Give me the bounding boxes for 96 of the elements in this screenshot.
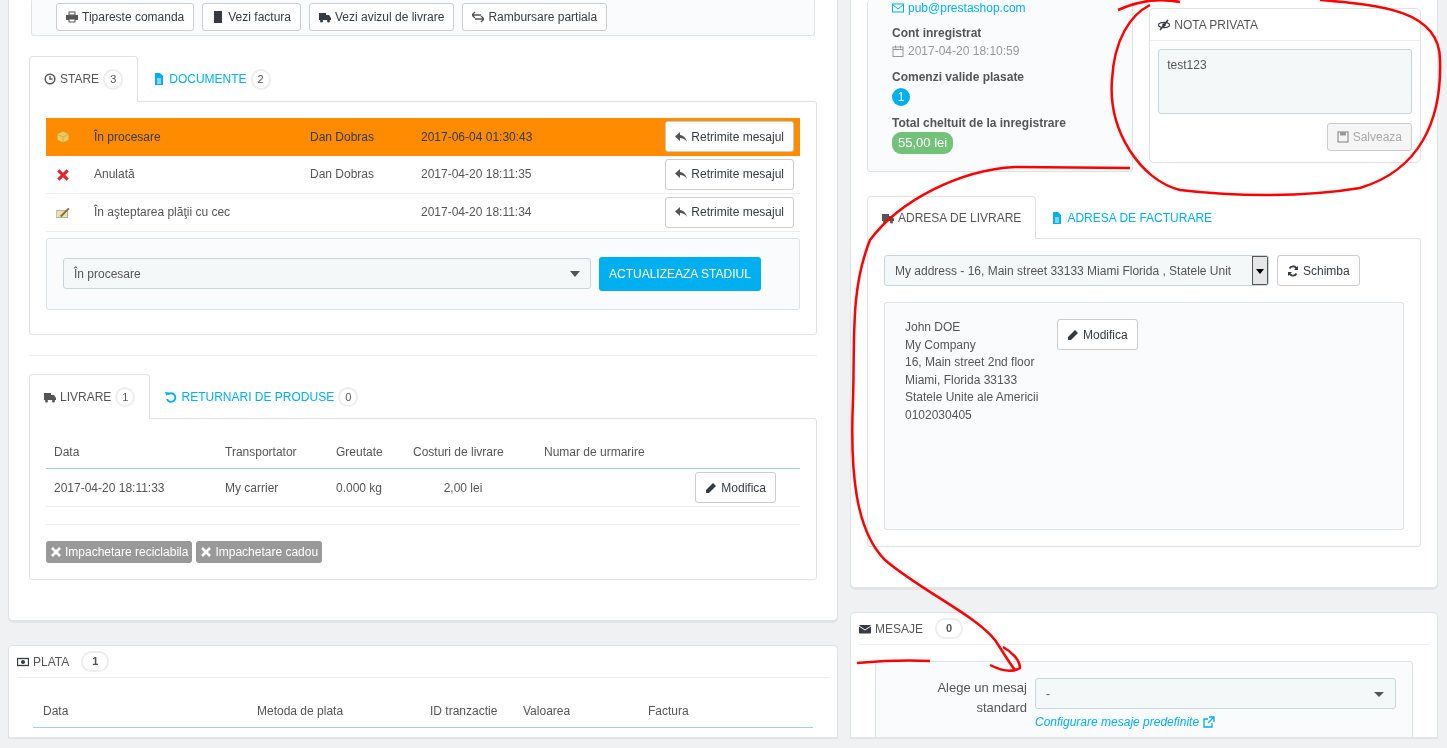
tab-count: 3 <box>103 69 124 90</box>
tab-count: 1 <box>115 386 136 407</box>
panel-title: NOTA PRIVATA <box>1174 16 1258 34</box>
dropdown-caret-icon <box>570 270 580 277</box>
order-action-button[interactable]: Rambursare partiala <box>462 3 608 31</box>
address-line: My Company <box>905 336 977 354</box>
address-line: 0102030405 <box>905 406 973 424</box>
column-header: Data <box>43 702 70 720</box>
undo-icon <box>165 390 178 403</box>
cheque-pen-icon <box>56 205 70 220</box>
table-cell-text: 2,00 lei <box>442 479 484 497</box>
reply-arrow-icon <box>675 206 688 218</box>
status-date: 2017-04-20 18:11:34 <box>421 204 533 221</box>
column-header: Transportator <box>225 443 298 461</box>
change-address-button[interactable]: Schimba <box>1277 255 1360 286</box>
status-select[interactable]: În procesare <box>63 258 591 289</box>
edit-shipping-button[interactable]: Modifica <box>695 472 776 503</box>
envelope-icon <box>859 622 871 635</box>
select-value: My address - 16, Main street 33133 Miami Florida , Statele Unit <box>895 262 1232 280</box>
registration-date: 2017-04-20 18:10:59 <box>908 43 1020 60</box>
tab-count: 0 <box>338 386 359 407</box>
calendar-icon <box>892 45 904 57</box>
remove-icon <box>50 546 62 558</box>
address-line: Statele Unite ale Americii <box>905 389 1040 406</box>
external-link-icon <box>1203 716 1216 728</box>
hidden-eye-icon <box>1158 18 1171 31</box>
tab-count: 2 <box>250 69 271 90</box>
select-value: În procesare <box>74 265 141 283</box>
employee-name: Dan Dobras <box>310 166 376 183</box>
column-header: Numar de urmarire <box>544 443 646 461</box>
document-icon <box>1051 212 1064 224</box>
select-value: - <box>1046 685 1050 703</box>
tab[interactable]: STARE 3 <box>29 56 139 102</box>
private-note-field[interactable]: test123 <box>1158 49 1412 114</box>
column-header: Data <box>54 443 81 461</box>
tab[interactable]: DOCUMENTE 2 <box>138 56 286 102</box>
field-label: Total cheltuit de la inregistrare <box>892 115 1067 132</box>
order-action-button[interactable]: Vezi avizul de livrare <box>309 3 455 31</box>
tab[interactable]: ADRESA DE LIVRARE <box>867 196 1037 239</box>
field-label: Alege un mesaj standard <box>936 679 1027 717</box>
message-select[interactable]: - <box>1035 678 1396 709</box>
pencil-icon <box>705 481 718 494</box>
column-header: Valoarea <box>523 702 572 720</box>
tab[interactable]: LIVRARE 1 <box>29 373 151 419</box>
remove-icon <box>200 546 213 558</box>
document-icon <box>153 73 166 86</box>
resend-email-button[interactable]: Retrimite mesajul <box>665 196 794 228</box>
order-action-button[interactable]: Tipareste comanda <box>56 3 195 31</box>
status-name: Anulată <box>94 166 136 183</box>
refresh-icon <box>1287 264 1299 277</box>
order-count-badge: 1 <box>892 88 910 106</box>
pencil-icon <box>1067 328 1079 341</box>
message-count: 0 <box>935 618 964 639</box>
clock-icon <box>44 73 56 86</box>
option-tag: Impachetare reciclabila <box>46 541 193 563</box>
status-name: În procesare <box>94 128 162 146</box>
box-icon <box>56 130 70 145</box>
table-cell-text: 2017-04-20 18:11:33 <box>54 479 166 497</box>
status-date: 2017-06-04 01:30:43 <box>421 128 534 146</box>
column-header: Factura <box>648 702 690 720</box>
total-spent-badge: 55,00 lei <box>892 132 954 154</box>
column-header: Greutate <box>336 443 384 461</box>
address-line: 16, Main street 2nd floor <box>905 354 1036 371</box>
resend-email-button[interactable]: Retrimite mesajul <box>665 121 794 152</box>
column-header: ID tranzactie <box>430 702 499 720</box>
column-header: Metoda de plata <box>257 702 345 720</box>
address-line: John DOE <box>905 319 962 336</box>
payment-count: 1 <box>81 651 110 672</box>
table-cell-text: 0.000 kg <box>336 479 384 497</box>
truck-icon <box>44 390 56 403</box>
reply-arrow-icon <box>675 168 688 180</box>
banknote-icon <box>17 655 29 668</box>
option-tag: Impachetare cadou <box>196 541 323 563</box>
dropdown-caret-icon <box>1252 256 1268 285</box>
envelope-icon <box>892 2 904 14</box>
order-action-button[interactable]: Vezi factura <box>202 3 301 31</box>
document-icon <box>212 11 225 23</box>
field-label: Comenzi valide plasate <box>892 69 1026 86</box>
employee-name: Dan Dobras <box>310 128 376 146</box>
address-line: Miami, Florida 33133 <box>905 371 1019 389</box>
reply-arrow-icon <box>675 130 688 143</box>
resend-email-button[interactable]: Retrimite mesajul <box>665 158 794 190</box>
status-date: 2017-04-20 18:11:35 <box>421 166 533 183</box>
status-name: În aşteptarea plăţii cu cec <box>94 203 232 221</box>
truck-icon <box>319 11 331 23</box>
arrows-icon <box>472 11 485 23</box>
column-header: Costuri de livrare <box>413 443 505 461</box>
cross-icon <box>56 167 70 182</box>
field-label: Cont inregistrat <box>892 25 983 42</box>
table-cell-text: My carrier <box>225 479 280 497</box>
printer-icon <box>66 11 78 23</box>
truck-icon <box>882 212 894 224</box>
edit-address-button[interactable]: Modifica <box>1057 319 1138 350</box>
panel-title: MESAJE <box>875 620 923 638</box>
address-select[interactable]: My address - 16, Main street 33133 Miami Florida , Statele Unit <box>884 255 1269 286</box>
panel-title: PLATA <box>33 653 70 671</box>
